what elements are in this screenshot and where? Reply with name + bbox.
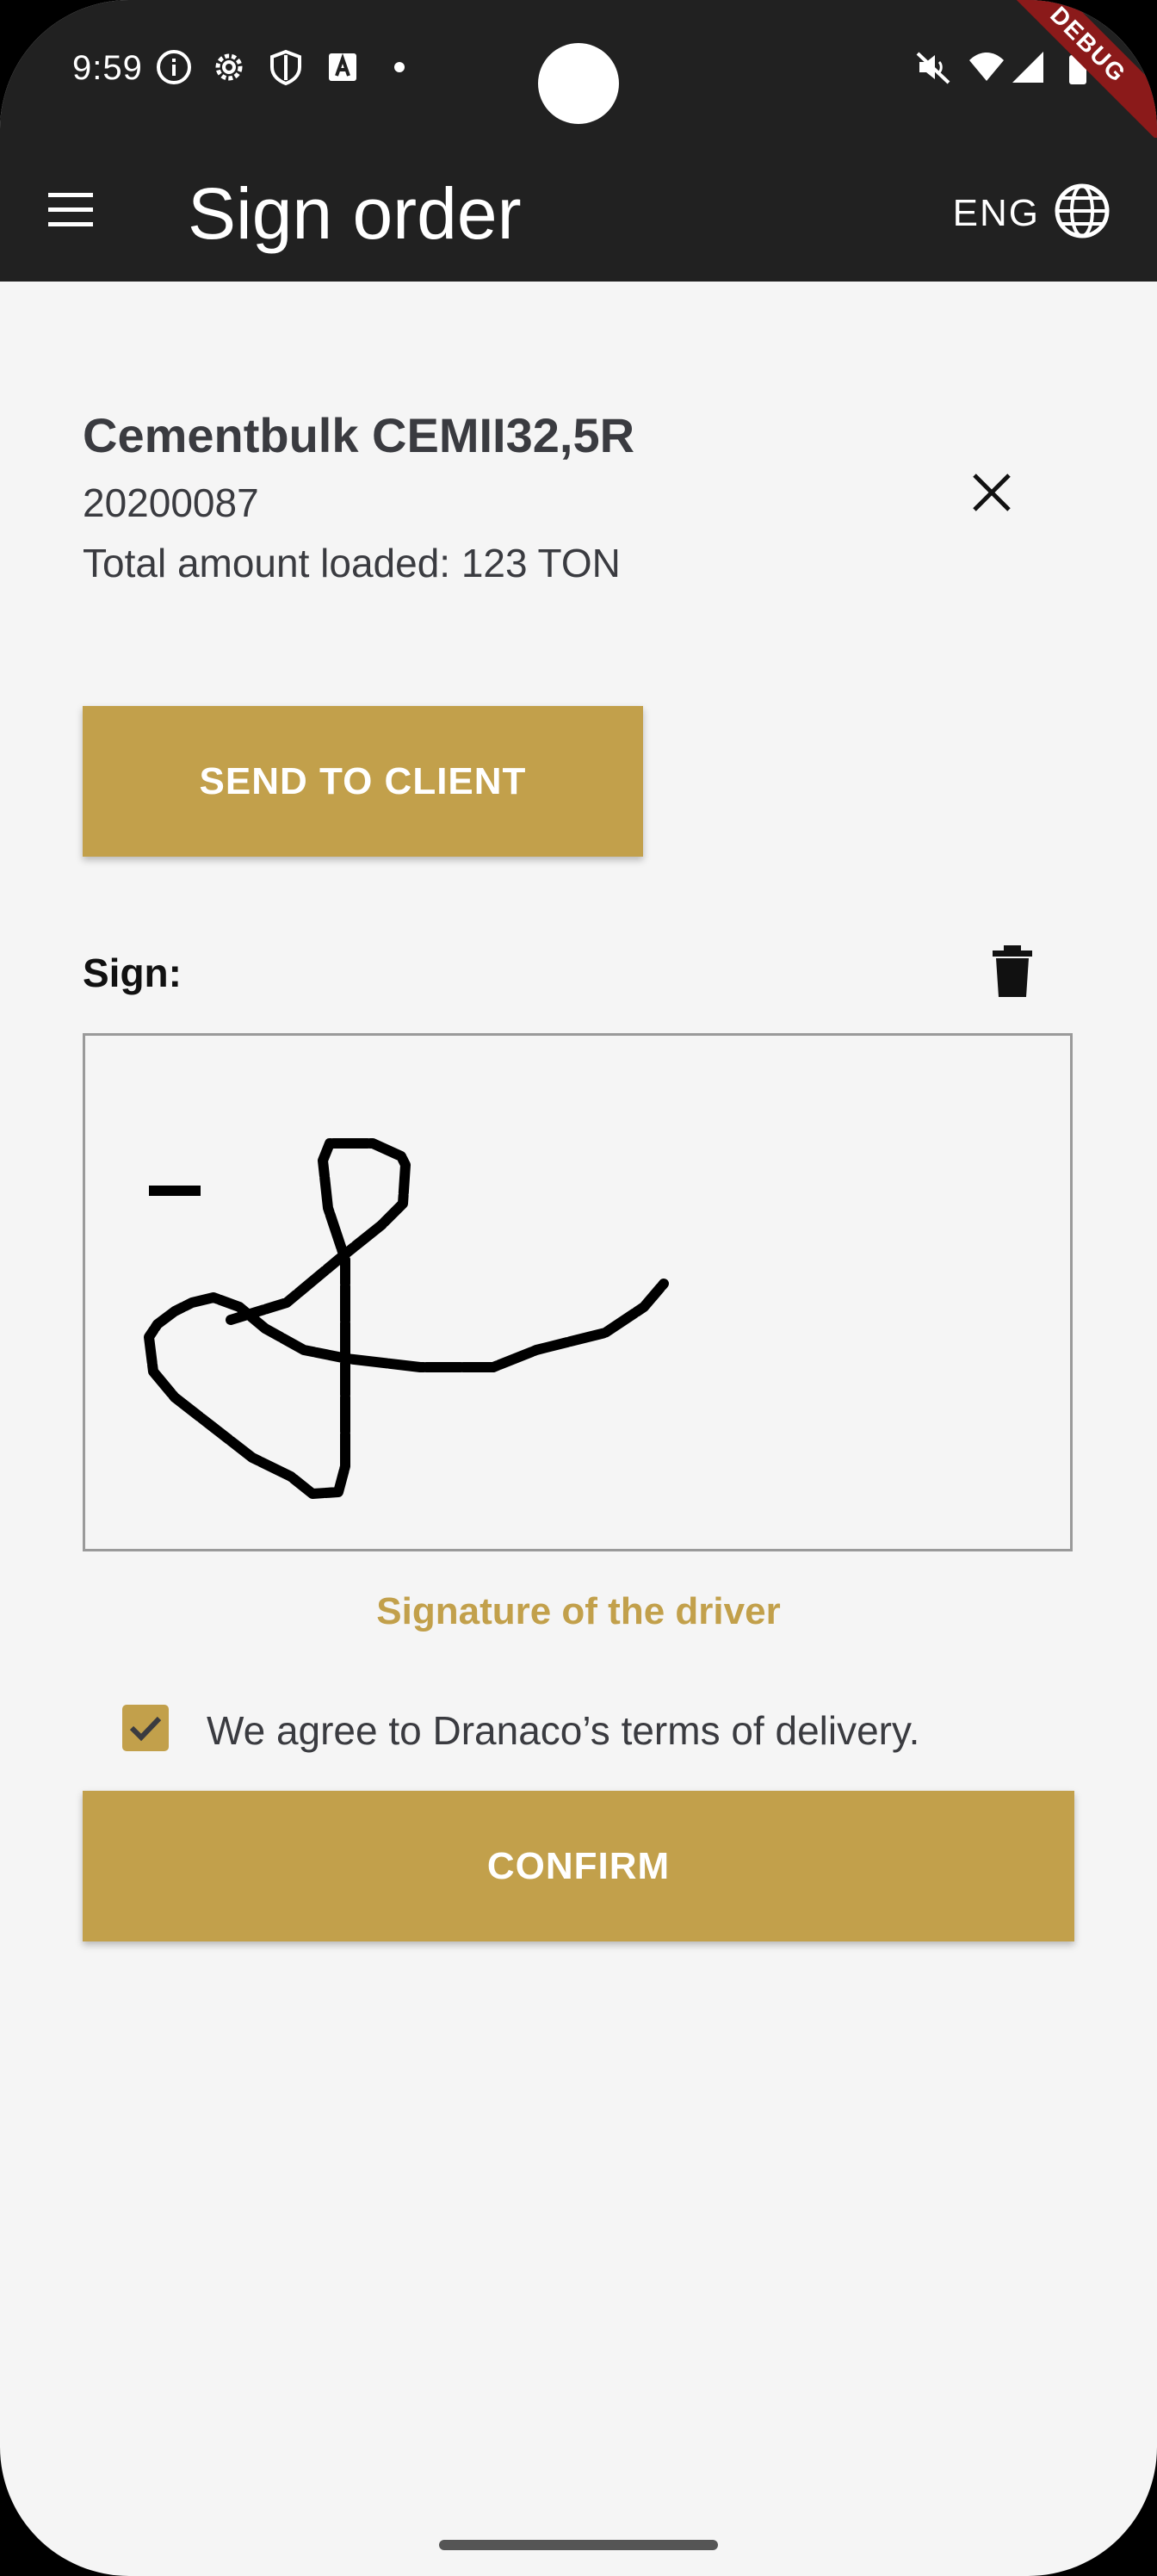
status-time: 9:59 — [72, 49, 143, 87]
page-title: Sign order — [188, 173, 522, 254]
shield-icon — [270, 49, 301, 86]
settings-icon — [215, 53, 243, 81]
language-label[interactable]: ENG — [953, 191, 1040, 236]
dot-icon — [394, 62, 405, 72]
send-to-client-button[interactable]: SEND TO CLIENT — [83, 706, 643, 857]
confirm-button[interactable]: CONFIRM — [83, 1791, 1074, 1941]
close-icon[interactable] — [969, 470, 1014, 515]
total-amount-loaded: Total amount loaded: 123 TON — [83, 541, 621, 585]
wifi-icon — [969, 53, 1004, 81]
signal-icon — [1012, 52, 1043, 83]
signature-stroke — [144, 1138, 669, 1499]
mute-icon — [916, 52, 950, 84]
signature-pad[interactable] — [83, 1033, 1073, 1551]
app-bar: Sign order ENG — [0, 138, 1157, 282]
signature-caption: Signature of the driver — [376, 1590, 781, 1632]
trash-icon[interactable] — [990, 944, 1035, 999]
menu-icon[interactable] — [45, 186, 100, 234]
sign-label: Sign: — [83, 951, 182, 995]
globe-icon[interactable] — [1052, 181, 1112, 241]
check-icon — [129, 1716, 162, 1742]
info-icon — [157, 50, 191, 84]
terms-text: We agree to Dranaco’s terms of delivery. — [207, 1708, 920, 1753]
navigation-handle[interactable] — [439, 2540, 718, 2550]
order-number: 20200087 — [83, 480, 259, 525]
terms-checkbox[interactable] — [122, 1705, 169, 1751]
camera-cutout — [538, 43, 619, 124]
app-screen: 9:59 DEBUG Sign order ENG Cementbulk CEM… — [0, 0, 1157, 2576]
a-icon — [329, 53, 356, 81]
status-bar: 9:59 DEBUG — [0, 0, 1157, 150]
product-name: Cementbulk CEMII32,5R — [83, 408, 635, 462]
